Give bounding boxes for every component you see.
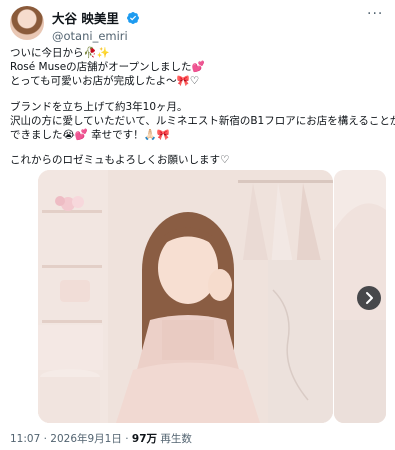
more-icon[interactable]: ··· [367,7,383,22]
display-name[interactable]: 大谷 映美里 [52,8,119,27]
avatar[interactable] [10,6,44,40]
tweet-date[interactable]: 2026年9月1日 [50,433,122,445]
author-names: 大谷 映美里 @otani_emiri [52,7,140,43]
next-media-button[interactable] [357,286,381,310]
chevron-right-icon [366,292,373,304]
tweet-card: 大谷 映美里 @otani_emiri ··· ついに今日から🥀✨ Rosé M… [0,0,395,450]
text-line: ブランドを立ち上げて約3年10ヶ月。 [10,100,188,113]
tweet-text: ついに今日から🥀✨ Rosé Museの店舗がオープンしました💕 とっても可愛い… [10,46,395,167]
text-line: これからのロゼミュもよろしくお願いします♡ [10,154,230,167]
text-line: Rosé Museの店舗がオープンしました💕 [10,61,205,74]
meta-separator: · [40,433,51,445]
handle[interactable]: @otani_emiri [52,29,140,43]
tweet-time[interactable]: 11:07 [10,433,40,445]
meta-separator: · [121,433,132,445]
text-line: とっても可愛いお店が完成したよ〜🎀♡ [10,75,200,88]
media-photo-1[interactable] [38,170,333,423]
tweet-meta: 11:07 · 2026年9月1日 · 97万 再生数 [10,431,192,446]
text-line: 沢山の方に愛していただいて、ルミネエスト新宿のB1フロアにお店を構えることが [10,114,395,127]
text-line: ついに今日から🥀✨ [10,47,110,59]
text-line: できました😭💕 幸せです！🙏🏻🎀 [10,129,170,142]
tweet-header: 大谷 映美里 @otani_emiri ··· [10,6,385,43]
verified-badge-icon [126,11,139,24]
photo-illustration [38,170,333,423]
view-count: 97万 [131,433,158,445]
view-count-label: 再生数 [157,433,192,445]
